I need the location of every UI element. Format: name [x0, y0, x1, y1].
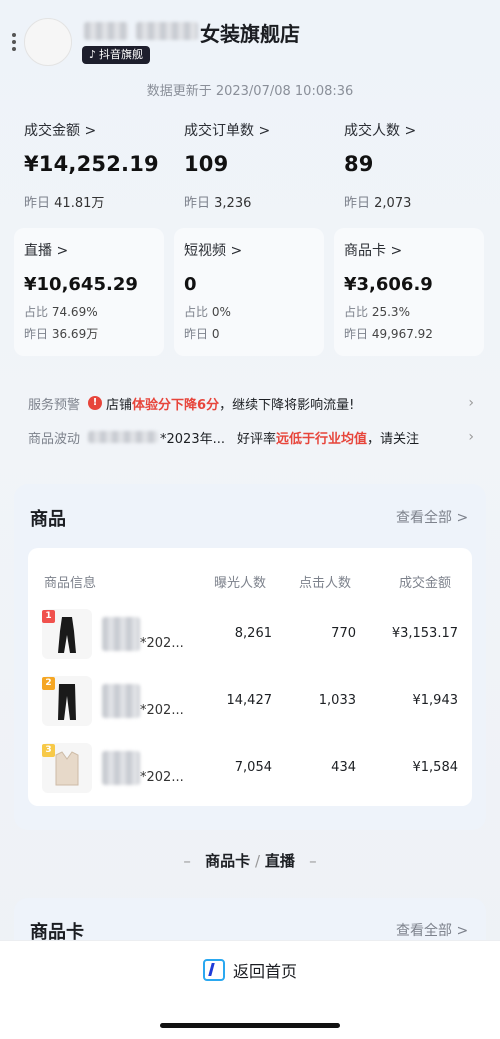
metric-value: ¥14,252.19: [24, 152, 159, 176]
back-home-label: 返回首页: [232, 962, 297, 981]
metric-buyers[interactable]: 成交人数 > 89 昨日 2,073: [344, 120, 494, 211]
amount-cell: ¥1,584: [412, 760, 459, 775]
channel-yesterday: 昨日 36.69万: [24, 327, 99, 341]
home-indicator[interactable]: [160, 1023, 340, 1028]
column-header: 点击人数: [299, 576, 352, 591]
channel-label: 直播 >: [24, 243, 69, 259]
chevron-right-icon: ›: [468, 429, 474, 445]
exposure-cell: 8,261: [234, 626, 272, 641]
rank-badge: 1: [42, 610, 55, 623]
product-panel-title: 商品: [30, 509, 66, 530]
amount-cell: ¥1,943: [412, 693, 459, 708]
channel-label: 商品卡 >: [344, 243, 403, 259]
back-home-button[interactable]: 返回首页: [0, 958, 500, 982]
channel-card-short-video[interactable]: 短视频 > 0 占比 0% 昨日 0: [174, 228, 324, 356]
alert-item: *2023年...: [160, 431, 225, 447]
tab-product-card[interactable]: 商品卡: [205, 852, 250, 870]
metric-yesterday: 昨日 41.81万: [24, 196, 105, 211]
channel-share: 占比 0%: [184, 305, 231, 319]
chevron-right-icon: ›: [468, 395, 474, 411]
metric-yesterday: 昨日 3,236: [184, 196, 252, 211]
column-header: 商品信息: [44, 576, 97, 591]
more-menu-icon[interactable]: [10, 30, 18, 54]
product-name-redacted: [102, 684, 140, 718]
product-name-redacted: [102, 617, 140, 651]
app-logo-icon: [202, 959, 225, 981]
rank-badge: 3: [42, 744, 55, 757]
tab-live[interactable]: 直播: [265, 852, 295, 870]
store-avatar: [24, 18, 72, 66]
product-name[interactable]: *202...: [140, 703, 184, 718]
product-name[interactable]: *202...: [140, 770, 184, 785]
channel-yesterday: 昨日 49,967.92: [344, 327, 433, 341]
product-name-redacted: [102, 751, 140, 785]
alert-highlight: 体验分下降6分: [132, 397, 220, 413]
store-name-redacted: [84, 20, 198, 42]
product-name-redacted: [88, 431, 159, 443]
metric-value: 89: [344, 152, 374, 176]
clicks-cell: 434: [331, 760, 356, 775]
update-timestamp: 数据更新于 2023/07/08 10:08:36: [146, 84, 354, 99]
store-name: 女装旗舰店: [200, 22, 300, 46]
metric-gmv[interactable]: 成交金额 > ¥14,252.19 昨日 41.81万: [24, 120, 174, 211]
product-name[interactable]: *202...: [140, 636, 184, 651]
channel-share: 占比 25.3%: [344, 305, 410, 319]
channel-card-live[interactable]: 直播 > ¥10,645.29 占比 74.69% 昨日 36.69万: [14, 228, 164, 356]
section-tabs: – 商品卡 / 直播 –: [0, 850, 500, 871]
metric-label: 成交人数 >: [344, 123, 417, 139]
channel-card-product-card[interactable]: 商品卡 > ¥3,606.9 占比 25.3% 昨日 49,967.92: [334, 228, 484, 356]
exposure-cell: 14,427: [226, 693, 273, 708]
rank-badge: 2: [42, 677, 55, 690]
alert-highlight: 远低于行业均值: [276, 431, 368, 447]
warning-shield-icon: !: [88, 396, 103, 410]
alert-text: ，请关注: [367, 431, 420, 447]
alert-text: ，继续下降将影响流量!: [219, 397, 355, 413]
alert-tag: 商品波动: [28, 431, 81, 447]
metric-yesterday: 昨日 2,073: [344, 196, 412, 211]
clicks-cell: 1,033: [318, 693, 356, 708]
alert-text: 好评率: [237, 431, 277, 447]
channel-label: 短视频 >: [184, 243, 243, 259]
douyin-note-icon: ♪: [89, 48, 97, 61]
metric-orders[interactable]: 成交订单数 > 109 昨日 3,236: [184, 120, 334, 211]
amount-cell: ¥3,153.17: [391, 626, 458, 641]
product-fluctuation-row[interactable]: 商品波动 *2023年... 好评率 远低于行业均值 ，请关注 ›: [28, 426, 474, 448]
channel-share: 占比 74.69%: [24, 305, 98, 319]
tab-separator: /: [254, 852, 261, 870]
service-warning-row[interactable]: 服务预警 ! 店铺 体验分下降6分 ，继续下降将影响流量! ›: [28, 392, 474, 414]
tab-divider: –: [183, 852, 206, 870]
metric-label: 成交金额 >: [24, 123, 97, 139]
product-card-view-all-link[interactable]: 查看全部 >: [396, 920, 468, 940]
douyin-flagship-badge: ♪ 抖音旗舰: [82, 46, 151, 64]
metric-label: 成交订单数 >: [184, 123, 271, 139]
channel-value: 0: [184, 274, 197, 295]
tab-divider: –: [294, 852, 317, 870]
channel-value: ¥3,606.9: [344, 274, 433, 295]
column-header: 成交金额: [399, 576, 452, 591]
alert-text: 店铺: [106, 397, 133, 413]
channel-value: ¥10,645.29: [24, 274, 138, 295]
alert-tag: 服务预警: [28, 397, 81, 413]
column-header: 曝光人数: [214, 576, 267, 591]
metric-value: 109: [184, 152, 229, 176]
product-view-all-link[interactable]: 查看全部 >: [396, 507, 468, 527]
exposure-cell: 7,054: [234, 760, 272, 775]
channel-yesterday: 昨日 0: [184, 327, 220, 341]
clicks-cell: 770: [331, 626, 356, 641]
badge-label: 抖音旗舰: [99, 48, 144, 61]
